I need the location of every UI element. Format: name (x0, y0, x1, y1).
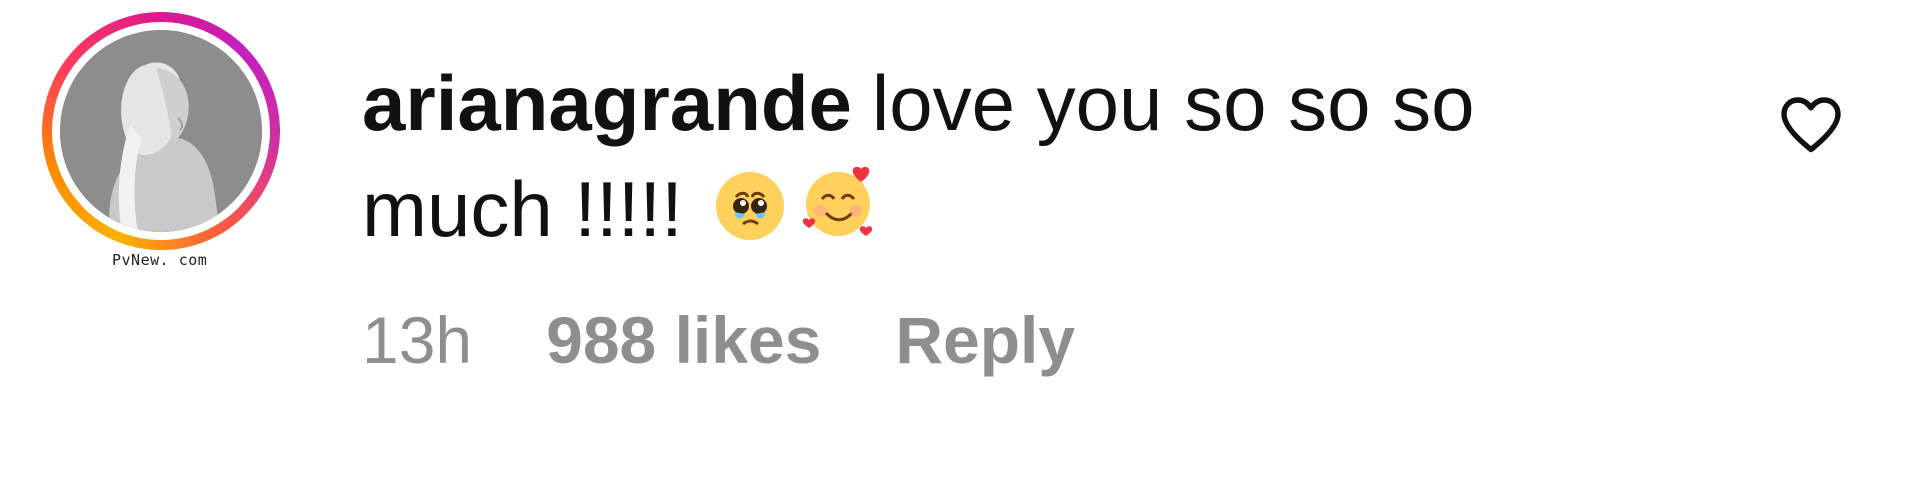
reply-button[interactable]: Reply (895, 300, 1075, 380)
like-button[interactable] (1775, 88, 1847, 160)
likes-count[interactable]: 988 likes (546, 300, 821, 380)
heart-outline-icon (1781, 97, 1841, 153)
comment-content: arianagrande love you so so so much !!!!! (362, 50, 1562, 262)
avatar[interactable] (60, 30, 262, 232)
watermark-text: PvNew. com (112, 251, 208, 269)
pleading-face-icon (712, 168, 788, 244)
smiling-face-with-hearts-icon (796, 158, 882, 244)
comment-item: PvNew. com arianagrande love you so so so… (0, 0, 1920, 485)
comment-time: 13h (362, 303, 473, 377)
avatar-photo (60, 30, 262, 232)
username-link[interactable]: arianagrande (362, 59, 852, 147)
comment-meta: 13h 988 likes Reply (362, 300, 1149, 380)
